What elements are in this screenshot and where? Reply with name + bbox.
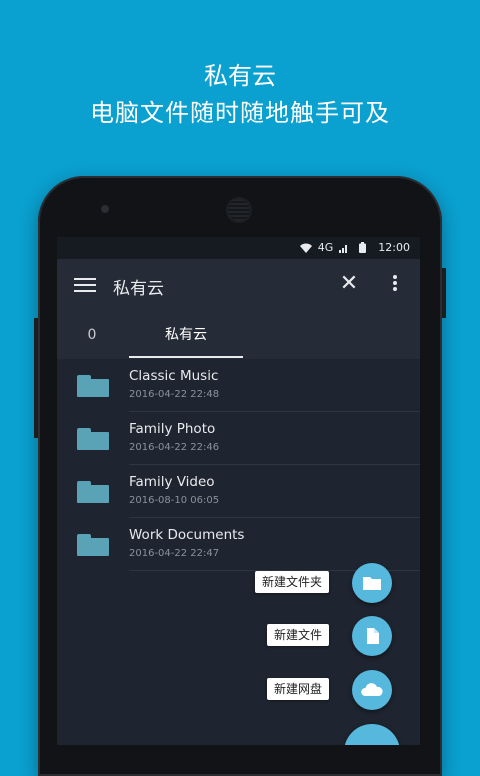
wifi-icon bbox=[299, 243, 312, 253]
battery-icon bbox=[359, 242, 367, 253]
list-item[interactable]: Family Photo 2016-04-22 22:46 bbox=[57, 412, 420, 465]
file-date: 2016-08-10 06:05 bbox=[129, 495, 220, 506]
new-folder-button[interactable] bbox=[352, 563, 392, 603]
file-name: Family Video bbox=[129, 474, 215, 490]
folder-icon bbox=[77, 481, 109, 503]
breadcrumb-tabs: 0 私有云 bbox=[57, 311, 420, 359]
earpiece-speaker bbox=[228, 199, 250, 221]
folder-icon bbox=[363, 577, 381, 590]
toolbar-title: 私有云 bbox=[113, 279, 164, 299]
signal-icon bbox=[339, 244, 348, 253]
cloud-icon bbox=[361, 683, 383, 696]
file-name: Classic Music bbox=[129, 368, 219, 384]
power-button bbox=[442, 268, 446, 318]
new-netdisk-label[interactable]: 新建网盘 bbox=[267, 678, 330, 700]
new-folder-label[interactable]: 新建文件夹 bbox=[255, 571, 330, 593]
close-icon[interactable]: ✕ bbox=[338, 273, 360, 295]
file-date: 2016-04-22 22:48 bbox=[129, 389, 220, 400]
menu-icon[interactable] bbox=[74, 275, 96, 295]
file-icon bbox=[367, 628, 379, 644]
volume-button bbox=[34, 318, 38, 438]
file-list: Classic Music 2016-04-22 22:48 Family Ph… bbox=[57, 359, 420, 571]
app-toolbar: 私有云 ✕ bbox=[57, 259, 420, 311]
folder-icon bbox=[77, 375, 109, 397]
tab-private-cloud[interactable]: 私有云 bbox=[129, 311, 243, 359]
tab-root[interactable]: 0 bbox=[77, 311, 107, 359]
front-camera bbox=[101, 205, 109, 213]
file-date: 2016-04-22 22:46 bbox=[129, 442, 220, 453]
folder-icon bbox=[77, 534, 109, 556]
more-options-icon[interactable] bbox=[388, 273, 402, 295]
folder-icon bbox=[77, 428, 109, 450]
list-item[interactable]: Classic Music 2016-04-22 22:48 bbox=[57, 359, 420, 412]
list-item[interactable]: Family Video 2016-08-10 06:05 bbox=[57, 465, 420, 518]
status-bar: 4G 12:00 bbox=[57, 237, 420, 259]
promo-title: 私有云 bbox=[204, 62, 276, 90]
file-name: Family Photo bbox=[129, 421, 216, 437]
new-file-label[interactable]: 新建文件 bbox=[267, 624, 330, 646]
new-netdisk-button[interactable] bbox=[352, 670, 392, 710]
new-file-button[interactable] bbox=[352, 616, 392, 656]
file-name: Work Documents bbox=[129, 527, 245, 543]
phone-screen: 4G 12:00 私有云 ✕ 0 私有云 Classic Music 2016-… bbox=[57, 237, 420, 745]
tab-indicator bbox=[129, 356, 243, 358]
network-type: 4G bbox=[317, 241, 334, 254]
file-date: 2016-04-22 22:47 bbox=[129, 548, 220, 559]
main-fab-button[interactable] bbox=[344, 724, 400, 745]
clock: 12:00 bbox=[378, 241, 410, 254]
promo-subtitle: 电脑文件随时随地触手可及 bbox=[90, 99, 390, 127]
